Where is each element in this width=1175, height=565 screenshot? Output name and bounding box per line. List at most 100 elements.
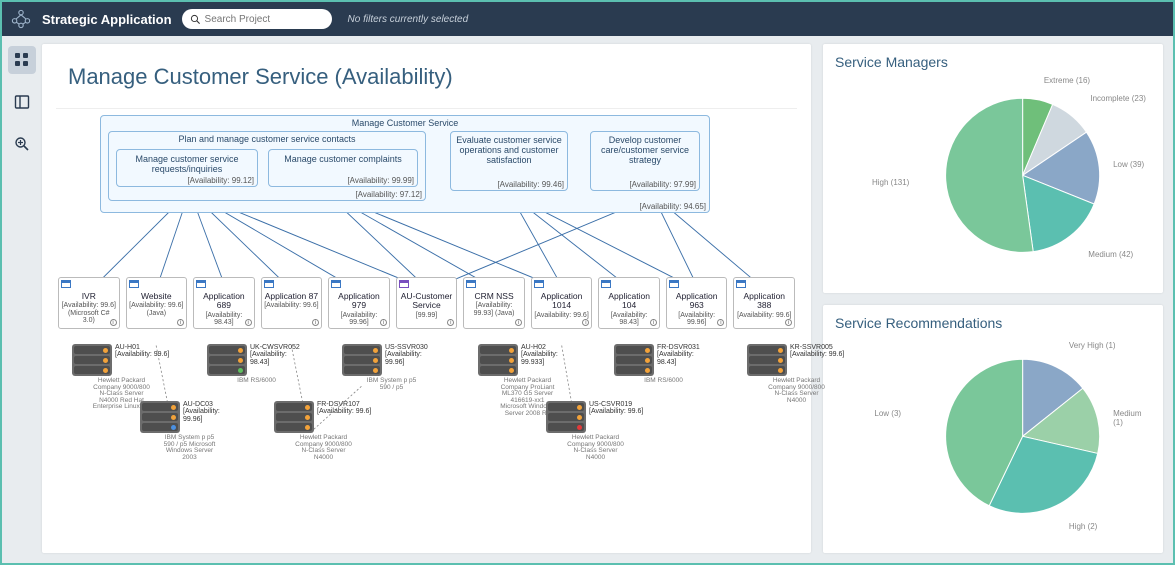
app-title: Application 963 xyxy=(669,292,725,311)
server-meta: Hewlett Packard Company 9000/800 N-Class… xyxy=(294,435,354,461)
app-meta: [Availability: 99.6] (Microsoft C# 3.0) xyxy=(61,302,117,324)
app-card-10[interactable]: Application 388[Availability: 99.6]i xyxy=(733,277,795,329)
sidebar-item-zoom[interactable] xyxy=(8,130,36,158)
window-icon xyxy=(601,280,611,288)
server-label: AU-H01[Availability: 99.6] xyxy=(115,344,171,359)
pie-label: Medium (1) xyxy=(1113,409,1151,427)
info-icon[interactable]: i xyxy=(515,319,522,326)
window-icon xyxy=(61,280,71,288)
server-card[interactable] xyxy=(207,344,247,376)
info-icon[interactable]: i xyxy=(312,319,319,326)
app-title: Application 979 xyxy=(331,292,387,311)
app-name: Strategic Application xyxy=(42,12,172,27)
sidebar-item-layout[interactable] xyxy=(8,88,36,116)
app-meta: [Availability: 98.43] xyxy=(196,312,252,327)
server-col-6: US-CSVR019[Availability: 99.6]Hewlett Pa… xyxy=(546,401,645,461)
app-card-5[interactable]: AU-Customer Service[99.99]i xyxy=(396,277,458,329)
app-card-9[interactable]: Application 963[Availability: 99.96]i xyxy=(666,277,728,329)
logo-icon xyxy=(10,8,32,30)
app-title: Application 689 xyxy=(196,292,252,311)
pie-label: Low (39) xyxy=(1113,160,1144,169)
left-sidebar xyxy=(2,36,42,563)
server-meta: IBM System p p5 590 / p5 Microsoft Windo… xyxy=(160,435,220,461)
server-label: FR-DSVR031[Availability: 98.43] xyxy=(657,344,713,366)
server-col-2: UK-CWSVR052[Availability: 98.43]IBM RS/6… xyxy=(207,344,306,385)
pie-label: Medium (42) xyxy=(1088,250,1133,259)
zoom-in-icon xyxy=(14,136,30,152)
pie-label: Low (3) xyxy=(874,409,901,418)
window-icon xyxy=(399,280,409,288)
server-card[interactable] xyxy=(546,401,586,433)
server-meta: IBM System p p5 590 / p5 xyxy=(362,378,422,391)
server-card[interactable] xyxy=(72,344,112,376)
pie-label: High (2) xyxy=(1069,522,1097,531)
server-label: US-SSVR030[Availability: 99.96] xyxy=(385,344,441,366)
app-title: Application 388 xyxy=(736,292,792,311)
app-title: Application 87 xyxy=(264,292,320,301)
server-col-8: KR-SSVR005[Availability: 99.6]Hewlett Pa… xyxy=(747,344,846,404)
pie-chart-managers[interactable]: Extreme (16)Incomplete (23) Low (39) Mediu… xyxy=(835,76,1151,285)
app-meta: [Availability: 98.43] xyxy=(601,312,657,327)
hierarchy-requests[interactable]: Manage customer service requests/inquiri… xyxy=(116,149,258,187)
server-card[interactable] xyxy=(747,344,787,376)
app-card-8[interactable]: Application 104[Availability: 98.43]i xyxy=(598,277,660,329)
window-icon xyxy=(196,280,206,288)
app-meta: [Availability: 99.6] xyxy=(534,312,590,319)
sidebar-item-dashboard[interactable] xyxy=(8,46,36,74)
app-title: IVR xyxy=(61,292,117,301)
window-icon xyxy=(736,280,746,288)
window-icon xyxy=(534,280,544,288)
grid-icon xyxy=(14,52,30,68)
panel-icon xyxy=(14,94,30,110)
info-icon[interactable]: i xyxy=(785,319,792,326)
pie-chart-recommendations[interactable]: Very High (1)Medium (1)High (2)Low (3) xyxy=(835,337,1151,546)
info-icon[interactable]: i xyxy=(177,319,184,326)
info-icon[interactable]: i xyxy=(582,319,589,326)
server-card[interactable] xyxy=(342,344,382,376)
info-icon[interactable]: i xyxy=(110,319,117,326)
info-icon[interactable]: i xyxy=(245,319,252,326)
window-icon xyxy=(264,280,274,288)
diagram-canvas[interactable]: Manage Customer Service [Availability: 9… xyxy=(56,108,797,539)
app-meta: [Availability: 99.6] (Java) xyxy=(129,302,185,317)
pie-label: Extreme (16) xyxy=(1044,76,1090,85)
app-card-0[interactable]: IVR[Availability: 99.6] (Microsoft C# 3.… xyxy=(58,277,120,329)
search-icon xyxy=(190,14,201,25)
hierarchy-complaints[interactable]: Manage customer complaints [Availability… xyxy=(268,149,418,187)
server-label: AU-DC03[Availability: 99.96] xyxy=(183,401,239,423)
info-icon[interactable]: i xyxy=(380,319,387,326)
server-label: FR-DSVR107[Availability: 99.6] xyxy=(317,401,373,416)
app-meta: [99.99] xyxy=(399,312,455,319)
top-bar: Strategic Application No filters current… xyxy=(2,2,1173,36)
server-card[interactable] xyxy=(478,344,518,376)
page-title: Manage Customer Service (Availability) xyxy=(42,44,811,108)
server-card[interactable] xyxy=(274,401,314,433)
pie-label: Incomplete (23) xyxy=(1090,94,1146,103)
server-label: US-CSVR019[Availability: 99.6] xyxy=(589,401,645,416)
search-input[interactable] xyxy=(205,14,315,25)
chart-service-recommendations: Service Recommendations Very High (1)Med… xyxy=(823,305,1163,554)
app-meta: [Availability: 99.96] xyxy=(331,312,387,327)
window-icon xyxy=(466,280,476,288)
hierarchy-evaluate[interactable]: Evaluate customer service operations and… xyxy=(450,131,568,191)
app-title: AU-Customer Service xyxy=(399,292,455,311)
app-title: Website xyxy=(129,292,185,301)
app-card-1[interactable]: Website[Availability: 99.6] (Java) i xyxy=(126,277,188,329)
app-card-6[interactable]: CRM NSS[Availability: 99.93] (Java)i xyxy=(463,277,525,329)
app-card-7[interactable]: Application 1014[Availability: 99.6]i xyxy=(531,277,593,329)
search-wrapper[interactable] xyxy=(182,9,332,29)
server-label: AU-H02[Availability: 99.933] xyxy=(521,344,577,366)
server-card[interactable] xyxy=(614,344,654,376)
server-col-4: US-SSVR030[Availability: 99.96] IBM Syste… xyxy=(342,344,441,391)
window-icon xyxy=(669,280,679,288)
app-card-2[interactable]: Application 689[Availability: 98.43]i xyxy=(193,277,255,329)
server-col-1: AU-DC03[Availability: 99.96] IBM System p… xyxy=(140,401,239,461)
info-icon[interactable]: i xyxy=(447,319,454,326)
app-card-4[interactable]: Application 979[Availability: 99.96]i xyxy=(328,277,390,329)
server-card[interactable] xyxy=(140,401,180,433)
app-title: Application 1014 xyxy=(534,292,590,311)
app-meta: [Availability: 99.93] (Java) xyxy=(466,302,522,317)
hierarchy-develop[interactable]: Develop customer care/customer service s… xyxy=(590,131,700,191)
app-card-3[interactable]: Application 87[Availability: 99.6]i xyxy=(261,277,323,329)
info-icon[interactable]: i xyxy=(650,319,657,326)
